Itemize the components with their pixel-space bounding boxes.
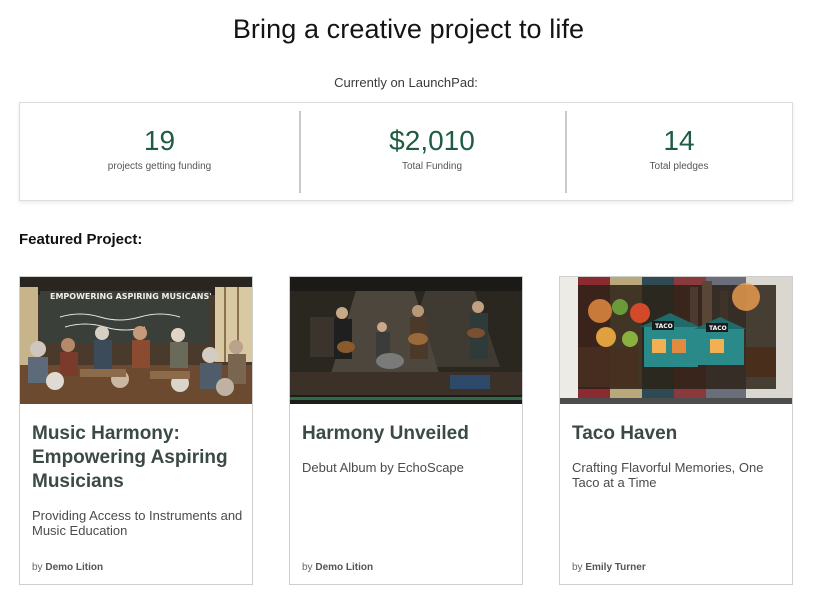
page-title: Bring a creative project to life — [232, 14, 585, 44]
project-card-harmony-unveiled[interactable]: Harmony Unveiled Debut Album by EchoScap… — [289, 276, 523, 585]
author-name: Demo Lition — [45, 562, 104, 573]
project-image-band-stage[interactable] — [290, 277, 522, 404]
stat-value: 14 — [663, 125, 695, 156]
project-title[interactable]: Music Harmony: Empowering Aspiring Music… — [32, 422, 244, 494]
project-author: by Emily Turner — [572, 562, 646, 573]
project-author: by Demo Lition — [302, 562, 373, 573]
taco-sign-text: TACO — [655, 323, 673, 330]
author-name: Emily Turner — [585, 562, 646, 573]
author-prefix: by — [302, 562, 313, 573]
project-title[interactable]: Harmony Unveiled — [302, 422, 514, 446]
stat-label: projects getting funding — [107, 161, 212, 172]
author-prefix: by — [32, 562, 43, 573]
stats-caption: Currently on LaunchPad: — [334, 75, 478, 90]
project-image-music-classroom[interactable]: EMPOWERING ASPIRING MUSICANS' — [20, 277, 252, 404]
project-image-taco-shop[interactable]: TACO TACO — [560, 277, 792, 404]
project-author: by Demo Lition — [32, 562, 103, 573]
stat-total-pledges: 14 Total pledges — [565, 103, 793, 200]
taco-sign-text: TACO — [709, 325, 727, 332]
author-prefix: by — [572, 562, 583, 573]
image-banner-text: EMPOWERING ASPIRING MUSICANS' — [50, 292, 212, 301]
stat-value: 19 — [143, 125, 176, 156]
project-subtitle: Debut Album by EchoScape — [302, 460, 464, 475]
stat-value: $2,010 — [389, 125, 475, 156]
author-name: Demo Lition — [315, 562, 374, 573]
project-card-music-harmony[interactable]: EMPOWERING ASPIRING MUSICANS' Music Harm… — [19, 276, 253, 585]
project-title[interactable]: Taco Haven — [572, 422, 784, 446]
featured-heading: Featured Project: — [19, 231, 143, 248]
stats-panel: 19 projects getting funding $2,010 Total… — [19, 102, 793, 201]
project-subtitle: Providing Access to Instruments and Musi… — [32, 508, 243, 538]
project-card-taco-haven[interactable]: TACO TACO Taco Haven Crafting Flavorful … — [559, 276, 793, 585]
stat-label: Total Funding — [401, 161, 463, 172]
project-subtitle: Crafting Flavorful Memories, One Taco at… — [572, 460, 764, 490]
stat-label: Total pledges — [649, 161, 709, 172]
stat-total-funding: $2,010 Total Funding — [299, 103, 565, 200]
stat-projects-funding: 19 projects getting funding — [20, 103, 299, 200]
